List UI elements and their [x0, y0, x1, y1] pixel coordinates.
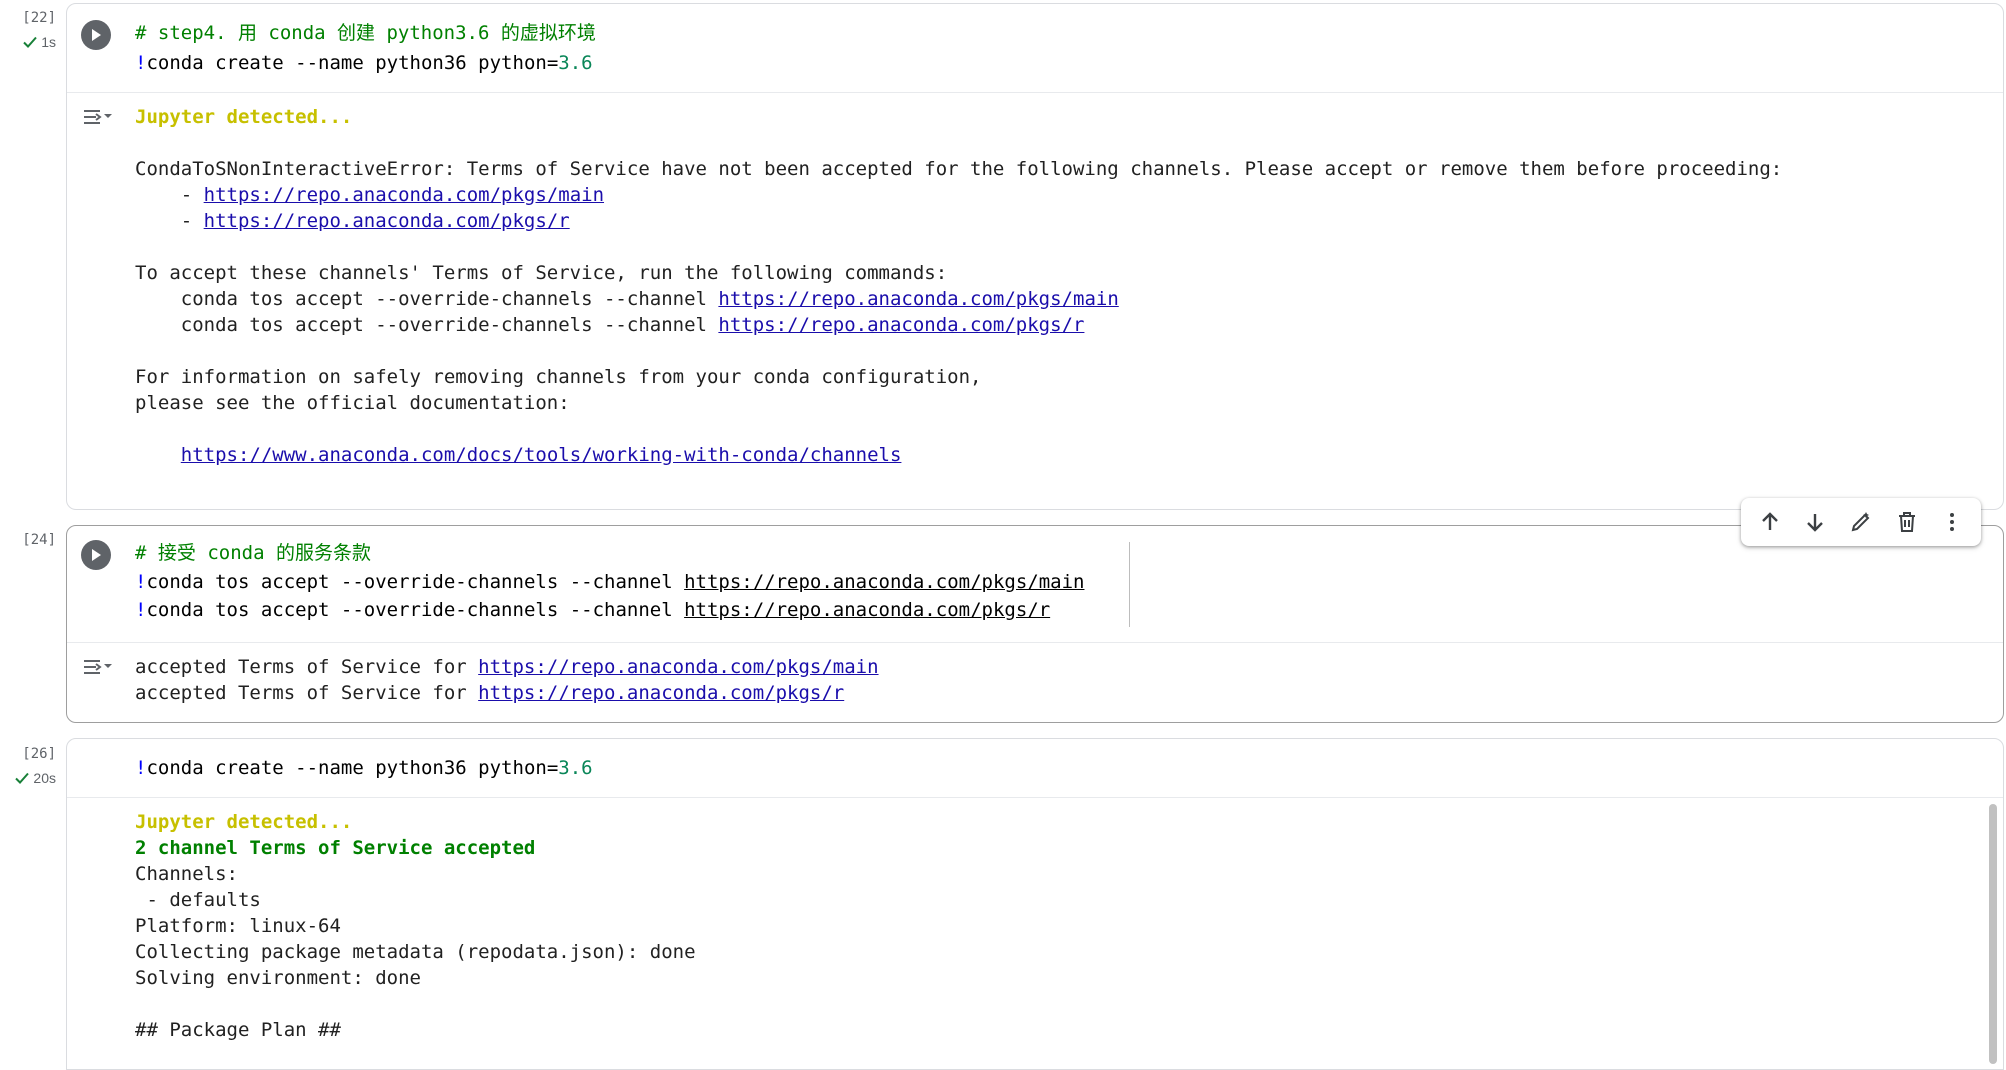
jupyter-detected: Jupyter detected...	[135, 811, 353, 833]
more-vert-icon	[1950, 513, 1955, 531]
code-url-main[interactable]: https://repo.anaconda.com/pkgs/main	[684, 571, 1084, 593]
accepted-link-r[interactable]: https://repo.anaconda.com/pkgs/r	[478, 682, 844, 704]
cell-22-gutter: [22] 1s	[0, 10, 60, 70]
code-cell-22[interactable]: # step4. 用 conda 创建 python3.6 的虚拟环境 !con…	[66, 3, 2004, 510]
code-editor[interactable]: # 接受 conda 的服务条款 !conda tos accept --ove…	[67, 526, 2003, 642]
execution-count: [24]	[22, 532, 56, 548]
execution-duration: 20s	[14, 770, 56, 786]
text-cursor-ruler	[1129, 542, 1130, 627]
code-line-1: !conda create --name python36 python=3.6	[135, 757, 593, 779]
checkmark-icon	[15, 772, 30, 784]
channel-link-r[interactable]: https://repo.anaconda.com/pkgs/r	[204, 210, 570, 232]
trash-icon	[1898, 512, 1915, 532]
play-icon	[92, 29, 101, 41]
error-line: CondaToSNonInteractiveError: Terms of Se…	[135, 158, 1783, 180]
arrow-up-icon	[1761, 512, 1778, 530]
cmd-link-main[interactable]: https://repo.anaconda.com/pkgs/main	[718, 288, 1118, 310]
output-scrollbar[interactable]	[1989, 804, 1997, 1064]
cell-output: accepted Terms of Service for https://re…	[67, 642, 2003, 722]
cell-24-gutter: [24]	[0, 532, 60, 562]
output-text: Jupyter detected... CondaToSNonInteracti…	[135, 106, 1783, 466]
cell-toolbar	[1741, 498, 1981, 546]
checkmark-icon	[23, 36, 37, 48]
duration-text: 1s	[41, 34, 56, 50]
code-line-1: # step4. 用 conda 创建 python3.6 的虚拟环境	[135, 22, 596, 44]
delete-cell-button[interactable]	[1890, 505, 1924, 539]
cell-output: Jupyter detected... 2 channel Terms of S…	[67, 797, 2003, 1069]
run-cell-button[interactable]	[81, 20, 111, 50]
code-editor[interactable]: !conda create --name python36 python=3.6	[67, 739, 2003, 797]
code-editor[interactable]: # step4. 用 conda 创建 python3.6 的虚拟环境 !con…	[67, 4, 2003, 92]
move-down-button[interactable]	[1798, 505, 1832, 539]
arrow-down-icon	[1807, 514, 1824, 532]
execution-count: [22]	[22, 10, 56, 26]
code-line-2: !conda tos accept --override-channels --…	[135, 571, 1085, 593]
output-toggle-icon[interactable]	[81, 653, 113, 683]
execution-duration: 1s	[22, 34, 56, 50]
edit-button[interactable]	[1844, 505, 1878, 539]
tos-accepted-line: 2 channel Terms of Service accepted	[135, 837, 536, 859]
more-actions-button[interactable]	[1935, 505, 1969, 539]
code-cell-26[interactable]: !conda create --name python36 python=3.6…	[66, 738, 2004, 1070]
cell-output: Jupyter detected... CondaToSNonInteracti…	[67, 92, 2003, 509]
channel-link-main[interactable]: https://repo.anaconda.com/pkgs/main	[204, 184, 604, 206]
output-text: Jupyter detected... 2 channel Terms of S…	[135, 811, 696, 1041]
edit-pen-icon	[1851, 512, 1870, 532]
output-text: accepted Terms of Service for https://re…	[135, 656, 879, 704]
code-url-r[interactable]: https://repo.anaconda.com/pkgs/r	[684, 599, 1050, 621]
duration-text: 20s	[33, 770, 56, 786]
code-line-2: !conda create --name python36 python=3.6	[135, 52, 593, 74]
play-icon	[92, 549, 101, 561]
code-line-1: # 接受 conda 的服务条款	[135, 542, 371, 564]
cmd-link-r[interactable]: https://repo.anaconda.com/pkgs/r	[718, 314, 1084, 336]
execution-count: [26]	[22, 746, 56, 762]
accepted-link-main[interactable]: https://repo.anaconda.com/pkgs/main	[478, 656, 878, 678]
move-up-button[interactable]	[1753, 505, 1787, 539]
code-line-3: !conda tos accept --override-channels --…	[135, 599, 1051, 621]
output-toggle-icon[interactable]	[81, 103, 113, 133]
info-line-1: For information on safely removing chann…	[135, 366, 982, 388]
accept-intro: To accept these channels' Terms of Servi…	[135, 262, 948, 284]
info-line-2: please see the official documentation:	[135, 392, 570, 414]
code-cell-24[interactable]: # 接受 conda 的服务条款 !conda tos accept --ove…	[66, 525, 2004, 723]
jupyter-detected: Jupyter detected...	[135, 106, 353, 128]
run-cell-button[interactable]	[81, 540, 111, 570]
docs-link[interactable]: https://www.anaconda.com/docs/tools/work…	[181, 444, 902, 466]
cell-26-gutter: [26] 20s	[0, 746, 60, 806]
